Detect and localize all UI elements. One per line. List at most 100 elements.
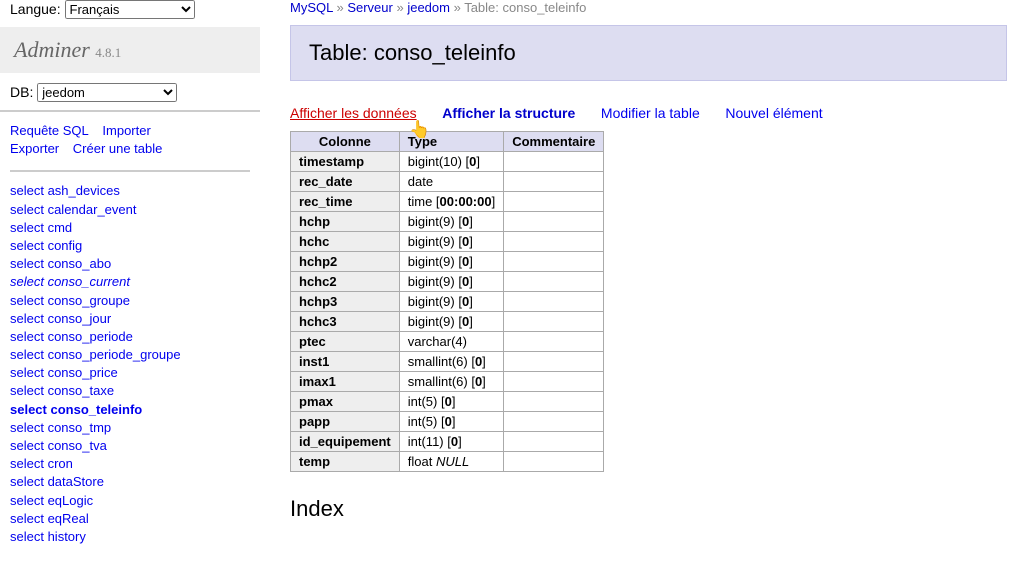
cell-column: inst1 xyxy=(291,352,400,372)
cell-comment xyxy=(504,292,604,312)
table-list: select ash_devicesselect calendar_events… xyxy=(0,182,260,546)
table-link[interactable]: select conso_periode_groupe xyxy=(10,346,250,364)
table-row: pmaxint(5) [0] xyxy=(291,392,604,412)
tab-show-data[interactable]: Afficher les données xyxy=(290,105,417,121)
cell-type: bigint(9) [0] xyxy=(399,312,503,332)
cell-comment xyxy=(504,272,604,292)
cell-comment xyxy=(504,452,604,472)
cell-comment xyxy=(504,252,604,272)
table-link[interactable]: select config xyxy=(10,237,250,255)
table-link[interactable]: select cmd xyxy=(10,219,250,237)
cell-type: bigint(9) [0] xyxy=(399,212,503,232)
cell-comment xyxy=(504,312,604,332)
cell-type: date xyxy=(399,172,503,192)
tabs: Afficher les données Afficher la structu… xyxy=(290,105,1007,131)
tab-modify-table[interactable]: Modifier la table xyxy=(601,105,700,121)
cell-type: float NULL xyxy=(399,452,503,472)
cell-comment xyxy=(504,232,604,252)
col-header-type: Type xyxy=(399,132,503,152)
cell-column: hchp xyxy=(291,212,400,232)
cell-comment xyxy=(504,372,604,392)
cell-type: int(11) [0] xyxy=(399,432,503,452)
table-link[interactable]: select dataStore xyxy=(10,473,250,491)
schema-table: Colonne Type Commentaire timestampbigint… xyxy=(290,131,604,472)
table-link[interactable]: select conso_jour xyxy=(10,310,250,328)
table-row: rec_timetime [00:00:00] xyxy=(291,192,604,212)
link-import[interactable]: Importer xyxy=(102,123,150,138)
cell-type: bigint(10) [0] xyxy=(399,152,503,172)
cell-type: int(5) [0] xyxy=(399,392,503,412)
link-create-table[interactable]: Créer une table xyxy=(73,141,163,156)
cell-type: varchar(4) xyxy=(399,332,503,352)
table-row: tempfloat NULL xyxy=(291,452,604,472)
cell-column: imax1 xyxy=(291,372,400,392)
cell-comment xyxy=(504,152,604,172)
cell-type: bigint(9) [0] xyxy=(399,292,503,312)
table-row: hchcbigint(9) [0] xyxy=(291,232,604,252)
breadcrumb-mysql[interactable]: MySQL xyxy=(290,0,333,15)
table-row: imax1smallint(6) [0] xyxy=(291,372,604,392)
col-header-comment: Commentaire xyxy=(504,132,604,152)
cell-comment xyxy=(504,412,604,432)
table-row: id_equipementint(11) [0] xyxy=(291,432,604,452)
cell-comment xyxy=(504,332,604,352)
table-row: hchp3bigint(9) [0] xyxy=(291,292,604,312)
cell-type: smallint(6) [0] xyxy=(399,372,503,392)
tab-show-structure[interactable]: Afficher la structure xyxy=(442,105,575,121)
table-row: rec_datedate xyxy=(291,172,604,192)
table-link[interactable]: select history xyxy=(10,528,250,546)
cell-column: rec_date xyxy=(291,172,400,192)
table-link[interactable]: select conso_abo xyxy=(10,255,250,273)
cell-column: pmax xyxy=(291,392,400,412)
app-title: Adminer 4.8.1 xyxy=(0,27,260,73)
divider xyxy=(10,170,250,172)
cell-comment xyxy=(504,352,604,372)
table-link[interactable]: select conso_price xyxy=(10,364,250,382)
link-export[interactable]: Exporter xyxy=(10,141,59,156)
app-version: 4.8.1 xyxy=(95,45,121,60)
table-link[interactable]: select conso_groupe xyxy=(10,292,250,310)
table-row: timestampbigint(10) [0] xyxy=(291,152,604,172)
table-row: inst1smallint(6) [0] xyxy=(291,352,604,372)
table-link[interactable]: select eqLogic xyxy=(10,492,250,510)
breadcrumb-db[interactable]: jeedom xyxy=(407,0,450,15)
cell-type: smallint(6) [0] xyxy=(399,352,503,372)
cell-column: papp xyxy=(291,412,400,432)
cell-comment xyxy=(504,172,604,192)
table-link[interactable]: select conso_tva xyxy=(10,437,250,455)
tab-new-item[interactable]: Nouvel élément xyxy=(725,105,822,121)
cell-type: time [00:00:00] xyxy=(399,192,503,212)
breadcrumb-table-prefix: Table: xyxy=(464,0,499,15)
cell-type: bigint(9) [0] xyxy=(399,232,503,252)
cell-column: temp xyxy=(291,452,400,472)
cell-column: rec_time xyxy=(291,192,400,212)
table-link[interactable]: select conso_taxe xyxy=(10,382,250,400)
table-link[interactable]: select conso_periode xyxy=(10,328,250,346)
cell-type: bigint(9) [0] xyxy=(399,272,503,292)
link-sql-query[interactable]: Requête SQL xyxy=(10,123,89,138)
table-link[interactable]: select ash_devices xyxy=(10,182,250,200)
breadcrumb-server[interactable]: Serveur xyxy=(347,0,393,15)
table-link[interactable]: select cron xyxy=(10,455,250,473)
table-row: hchc3bigint(9) [0] xyxy=(291,312,604,332)
language-select[interactable]: Français xyxy=(65,0,195,19)
cell-column: hchp2 xyxy=(291,252,400,272)
page-title: Table: conso_teleinfo xyxy=(290,25,1007,81)
table-row: hchc2bigint(9) [0] xyxy=(291,272,604,292)
breadcrumb-table: conso_teleinfo xyxy=(503,0,587,15)
cell-column: ptec xyxy=(291,332,400,352)
table-row: hchp2bigint(9) [0] xyxy=(291,252,604,272)
cell-column: id_equipement xyxy=(291,432,400,452)
table-link[interactable]: select conso_current xyxy=(10,273,250,291)
cell-comment xyxy=(504,192,604,212)
table-link[interactable]: select conso_teleinfo xyxy=(10,401,250,419)
table-link[interactable]: select conso_tmp xyxy=(10,419,250,437)
table-link[interactable]: select eqReal xyxy=(10,510,250,528)
table-row: hchpbigint(9) [0] xyxy=(291,212,604,232)
db-select[interactable]: jeedom xyxy=(37,83,177,102)
table-row: ptecvarchar(4) xyxy=(291,332,604,352)
cell-comment xyxy=(504,392,604,412)
cell-comment xyxy=(504,432,604,452)
cell-column: timestamp xyxy=(291,152,400,172)
table-link[interactable]: select calendar_event xyxy=(10,201,250,219)
